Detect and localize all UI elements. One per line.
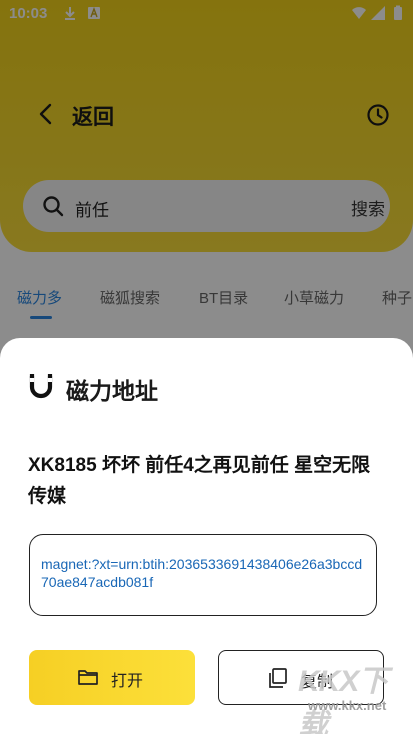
magnet-link-box[interactable]: magnet:?xt=urn:btih:2036533691438406e26a… xyxy=(29,534,377,616)
copy-icon xyxy=(269,668,287,688)
magnet-bottom-sheet: 磁力地址 XK8185 坏坏 前任4之再见前任 星空无限传媒 magnet:?x… xyxy=(0,338,413,734)
copy-button-label: 复制 xyxy=(301,674,334,691)
sheet-title: 磁力地址 xyxy=(66,378,158,404)
magnet-link-text[interactable]: magnet:?xt=urn:btih:2036533691438406e26a… xyxy=(41,555,366,591)
resource-title: XK8185 坏坏 前任4之再见前任 星空无限传媒 xyxy=(28,455,371,507)
magnet-icon xyxy=(29,374,53,399)
folder-icon xyxy=(78,670,98,685)
open-button-label: 打开 xyxy=(111,673,144,690)
sheet-header: 磁力地址 xyxy=(28,372,388,404)
open-button[interactable]: 打开 xyxy=(29,650,195,705)
copy-button[interactable]: 复制 xyxy=(218,650,384,705)
